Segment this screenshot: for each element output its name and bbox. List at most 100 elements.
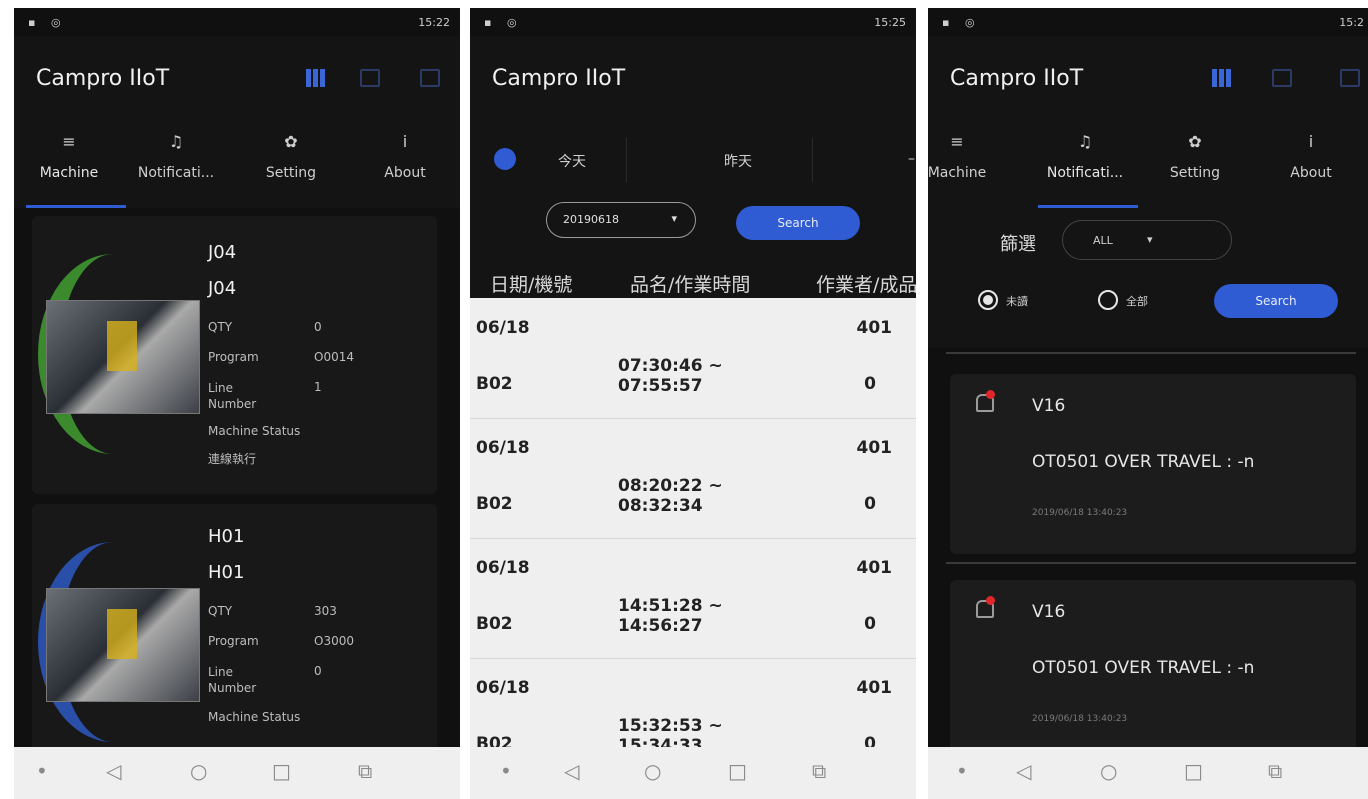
nav-dot-icon[interactable]: •: [500, 759, 512, 783]
row-qty: 401: [856, 438, 893, 458]
row-qty2: 0: [864, 494, 876, 514]
row-qty: 401: [856, 678, 893, 698]
notification-time: 2019/06/18 13:40:23: [1032, 714, 1128, 724]
tab-notifications[interactable]: ♫ Notificati...: [1030, 118, 1140, 208]
table-row[interactable]: 06/18 401 B02 08:20:22 ~08:32:34 0: [470, 418, 916, 539]
screen-switch-icon[interactable]: ⧉: [812, 759, 826, 783]
today-radio[interactable]: [494, 148, 516, 170]
bell-icon: ♫: [1077, 132, 1093, 151]
status-icons-left: ▪ ◎: [28, 16, 67, 29]
document-icon[interactable]: [1272, 69, 1292, 87]
app-title: Campro IIoT: [492, 66, 626, 91]
column-header-item-time[interactable]: 品名/作業時間: [630, 270, 750, 297]
tab-label: Machine: [928, 165, 987, 181]
tab-machine[interactable]: ≡ Machine: [928, 118, 1012, 208]
tab-setting[interactable]: ✿ Setting: [1140, 118, 1250, 208]
tab-about[interactable]: i About: [350, 118, 460, 208]
row-time: 08:20:22 ~08:32:34: [618, 476, 723, 516]
active-tab-indicator: [26, 205, 126, 208]
tab-machine[interactable]: ≡ Machine: [14, 118, 124, 208]
qty-value: 303: [314, 604, 337, 618]
machine-code: J04: [208, 278, 237, 299]
alert-bell-icon: [976, 596, 995, 618]
table-row[interactable]: 06/18 401 B02 07:30:46 ~07:55:57 0: [470, 298, 916, 419]
machine-status-label: Machine Status: [208, 424, 301, 438]
logout-icon[interactable]: [420, 69, 440, 87]
search-button[interactable]: Search: [736, 206, 860, 240]
home-icon[interactable]: ○: [1100, 759, 1117, 783]
today-option[interactable]: 今天: [558, 151, 586, 171]
tab-label: Machine: [39, 165, 99, 181]
all-radio[interactable]: [1098, 290, 1118, 310]
dropdown-arrow-icon: ▾: [1147, 233, 1153, 246]
unread-radio[interactable]: [978, 290, 998, 310]
machine-status-value: 連線執行: [208, 452, 257, 466]
screen-switch-icon[interactable]: ⧉: [358, 759, 372, 783]
machine-card[interactable]: J04 J04 QTY 0 Program O0014 Line Number …: [32, 216, 437, 494]
back-icon[interactable]: ◁: [1016, 759, 1031, 783]
notification-card[interactable]: V16 OT0501 OVER TRAVEL : -n 2019/06/18 1…: [950, 580, 1356, 760]
grid-view-icon[interactable]: [1212, 69, 1232, 87]
date-select[interactable]: 20190618 ▾: [546, 202, 696, 238]
row-date: 06/18: [476, 438, 530, 458]
status-bar: ▪ ◎ 15:25: [470, 8, 916, 36]
phone-screen-notifications: ▪ ◎ 15:2 Campro IIoT ≡ Machine ♫ Notific…: [928, 8, 1368, 799]
system-nav-bar: • ◁ ○ □ ⧉: [470, 747, 916, 799]
more-option-icon[interactable]: –: [908, 151, 915, 167]
info-icon: i: [402, 132, 408, 151]
search-button[interactable]: Search: [1214, 284, 1338, 318]
yesterday-option[interactable]: 昨天: [724, 151, 752, 171]
app-bar: Campro IIoT: [470, 36, 916, 118]
unread-label: 未讀: [1006, 295, 1028, 308]
home-icon[interactable]: ○: [190, 759, 207, 783]
grid-view-icon[interactable]: [306, 69, 326, 87]
table-row[interactable]: 06/18 401 B02 15:32:53 ~15:34:33 0: [470, 658, 916, 747]
table-row[interactable]: 06/18 401 B02 14:51:28 ~14:56:27 0: [470, 538, 916, 659]
app-bar: Campro IIoT: [14, 36, 460, 118]
home-icon[interactable]: ○: [644, 759, 661, 783]
machine-card[interactable]: H01 H01 QTY 303 Program O3000 Line Numbe…: [32, 504, 437, 782]
tab-setting[interactable]: ✿ Setting: [236, 118, 346, 208]
notification-message: OT0501 OVER TRAVEL : -n: [1032, 452, 1255, 472]
info-icon: i: [1308, 132, 1314, 151]
system-nav-bar: • ◁ ○ □ ⧉: [928, 747, 1368, 799]
line-number-label: Line Number: [208, 665, 257, 695]
row-date: 06/18: [476, 678, 530, 698]
recents-icon[interactable]: □: [272, 759, 291, 783]
row-date: 06/18: [476, 318, 530, 338]
program-value: O0014: [314, 350, 354, 364]
line-number-value: 1: [314, 380, 322, 394]
notification-message: OT0501 OVER TRAVEL : -n: [1032, 658, 1255, 678]
tab-label: Setting: [1169, 165, 1221, 181]
filter-select[interactable]: ALL ▾: [1062, 220, 1232, 260]
tab-about[interactable]: i About: [1256, 118, 1366, 208]
nav-dot-icon[interactable]: •: [36, 759, 48, 783]
row-machine: B02: [476, 374, 513, 394]
back-icon[interactable]: ◁: [106, 759, 121, 783]
back-icon[interactable]: ◁: [564, 759, 579, 783]
line-number-value: 0: [314, 664, 322, 678]
tab-label: Notificati...: [137, 165, 215, 181]
list-icon: ≡: [950, 132, 964, 151]
tab-bar: ≡ Machine ♫ Notificati... ✿ Setting i Ab…: [14, 118, 460, 208]
column-header-operator-output[interactable]: 作業者/成品: [816, 270, 916, 297]
nav-dot-icon[interactable]: •: [956, 759, 968, 783]
screen-switch-icon[interactable]: ⧉: [1268, 759, 1282, 783]
all-label: 全部: [1126, 295, 1148, 308]
row-date: 06/18: [476, 558, 530, 578]
document-icon[interactable]: [360, 69, 380, 87]
notification-card[interactable]: V16 OT0501 OVER TRAVEL : -n 2019/06/18 1…: [950, 374, 1356, 554]
filter-value: ALL: [1093, 234, 1113, 247]
machine-photo: [46, 300, 200, 414]
status-bar: ▪ ◎ 15:22: [14, 8, 460, 36]
recents-icon[interactable]: □: [728, 759, 747, 783]
phone-screen-machine: ▪ ◎ 15:22 Campro IIoT ≡ Machine ♫ Notifi…: [14, 8, 460, 799]
segment-divider: [626, 138, 627, 182]
system-nav-bar: • ◁ ○ □ ⧉: [14, 747, 460, 799]
notification-time: 2019/06/18 13:40:23: [1032, 508, 1128, 518]
tab-notifications[interactable]: ♫ Notificati...: [121, 118, 231, 208]
column-header-date-machine[interactable]: 日期/機號: [490, 270, 572, 297]
recents-icon[interactable]: □: [1184, 759, 1203, 783]
logout-icon[interactable]: [1340, 69, 1360, 87]
records-list[interactable]: 06/18 401 B02 07:30:46 ~07:55:57 0 06/18…: [470, 298, 916, 747]
